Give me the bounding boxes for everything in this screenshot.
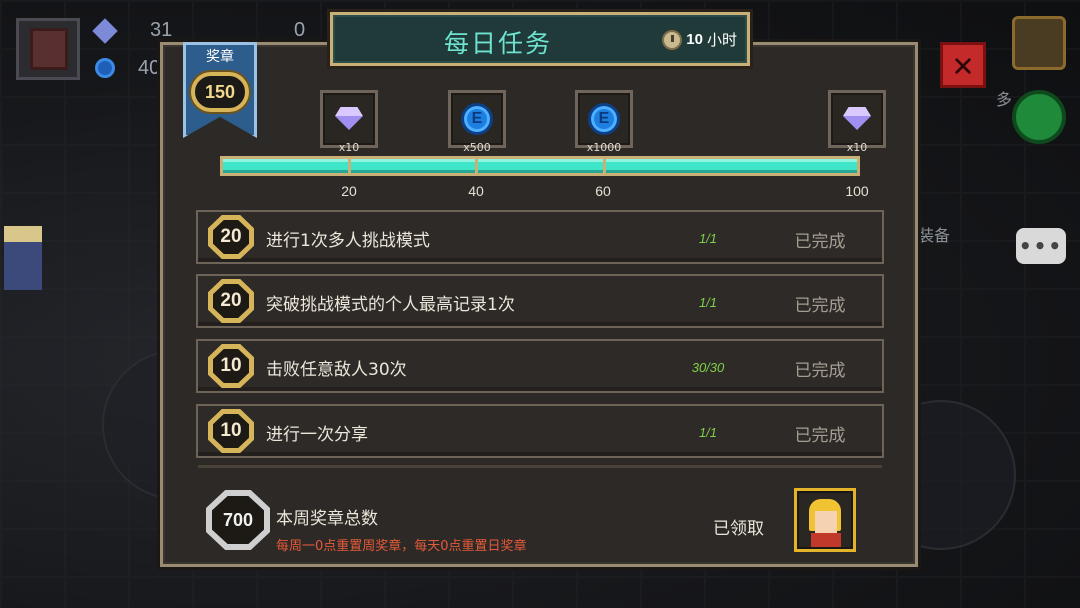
gem-icon — [843, 107, 871, 130]
milestone-label: 20 — [341, 183, 357, 199]
reward-slot-2[interactable]: E — [448, 90, 506, 148]
gem-icon — [335, 107, 363, 130]
task-status: 已完成 — [794, 232, 846, 252]
clock-icon — [662, 29, 683, 50]
character-portrait[interactable] — [794, 488, 856, 552]
title-bar: 每日任务 10 小时 — [330, 12, 750, 66]
progress-tick — [603, 156, 606, 176]
task-status: 已完成 — [794, 426, 846, 446]
close-button[interactable]: ✕ — [940, 42, 986, 88]
timer-unit: 小时 — [706, 31, 737, 49]
task-status: 已完成 — [794, 361, 846, 381]
task-reward-badge: 20 — [208, 279, 254, 323]
ribbon-label: 奖章 — [206, 49, 234, 65]
weekly-total-badge: 700 — [206, 490, 270, 550]
task-row: 10 击败任意敌人30次 30/30 已完成 — [196, 339, 884, 393]
settings-button[interactable] — [1012, 16, 1066, 70]
chat-icon: ••• — [1018, 234, 1064, 258]
progress-tick — [475, 156, 478, 176]
progress-tick — [348, 156, 351, 176]
weekly-total-label: 本周奖章总数 — [276, 509, 378, 529]
hero-character — [4, 226, 42, 290]
coin-icon: E — [588, 103, 620, 135]
reset-note: 每周一0点重置周奖章，每天0点重置日奖章 — [276, 539, 527, 554]
task-row: 10 进行一次分享 1/1 已完成 — [196, 404, 884, 458]
task-reward-badge: 10 — [208, 344, 254, 388]
task-description: 进行1次多人挑战模式 — [266, 231, 430, 251]
task-row: 20 进行1次多人挑战模式 1/1 已完成 — [196, 210, 884, 264]
multiplayer-button[interactable] — [1012, 90, 1066, 144]
reset-timer: 10 小时 — [662, 29, 737, 50]
weekly-total-value: 700 — [212, 496, 264, 544]
close-icon: ✕ — [952, 45, 974, 85]
task-description: 击败任意敌人30次 — [266, 360, 407, 380]
reward-qty: x10 — [338, 141, 360, 154]
gem-count: 31 — [150, 19, 173, 41]
claimed-status: 已领取 — [713, 519, 764, 539]
medal-ribbon: 奖章 150 — [183, 42, 257, 138]
reward-qty: x500 — [463, 141, 491, 154]
task-reward-badge: 20 — [208, 215, 254, 259]
task-description: 突破挑战模式的个人最高记录1次 — [266, 295, 515, 315]
medal-count: 150 — [191, 72, 249, 112]
task-row: 20 突破挑战模式的个人最高记录1次 1/1 已完成 — [196, 274, 884, 328]
task-progress: 30/30 — [691, 360, 725, 375]
milestone-label: 60 — [595, 183, 611, 199]
reward-slot-4[interactable] — [828, 90, 886, 148]
task-description: 进行一次分享 — [266, 425, 368, 445]
milestone-label: 100 — [845, 183, 869, 199]
timer-value: 10 — [686, 31, 703, 48]
milestone-label: 40 — [468, 183, 484, 199]
task-reward-badge: 10 — [208, 409, 254, 453]
materials-count: 0 — [294, 19, 306, 41]
dialog-title: 每日任务 — [443, 29, 552, 58]
medal-progress-bar — [220, 156, 860, 176]
reward-slot-1[interactable] — [320, 90, 378, 148]
reward-qty: x1000 — [586, 141, 622, 154]
multiplayer-label: 多 — [996, 90, 1013, 109]
player-avatar[interactable] — [16, 18, 80, 80]
task-progress: 1/1 — [698, 231, 718, 246]
coin-icon: E — [461, 103, 493, 135]
equipment-label: 装备 — [918, 226, 951, 245]
task-status: 已完成 — [794, 296, 846, 316]
divider — [198, 465, 882, 468]
task-progress: 1/1 — [698, 425, 718, 440]
chat-button[interactable]: ••• — [1016, 228, 1066, 264]
reward-slot-3[interactable]: E — [575, 90, 633, 148]
task-progress: 1/1 — [698, 295, 718, 310]
coin-icon — [95, 58, 115, 78]
reward-qty: x10 — [846, 141, 868, 154]
progress-fill — [223, 159, 857, 173]
coin-count: 40 — [138, 57, 161, 79]
